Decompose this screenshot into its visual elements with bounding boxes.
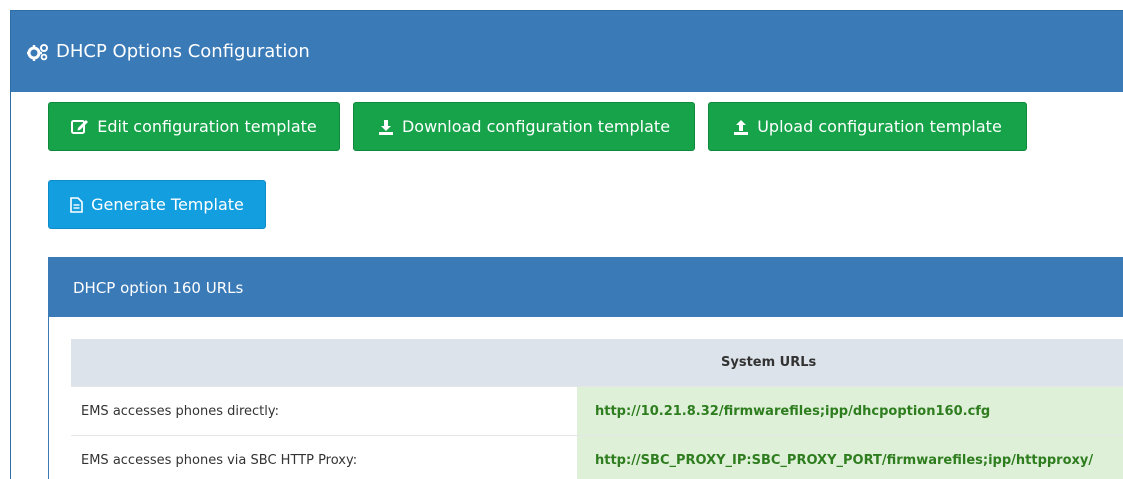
upload-template-label: Upload configuration template xyxy=(757,117,1002,136)
download-template-button[interactable]: Download configuration template xyxy=(353,102,695,151)
dhcp-option-160-header: DHCP option 160 URLs xyxy=(49,258,1123,317)
table-row: EMS accesses phones via SBC HTTP Proxy: … xyxy=(71,435,1123,479)
table-row: EMS accesses phones directly: http://10.… xyxy=(71,386,1123,436)
file-icon xyxy=(70,196,83,213)
panel-header: DHCP Options Configuration xyxy=(11,11,1123,92)
download-template-label: Download configuration template xyxy=(401,117,671,136)
upload-icon xyxy=(733,119,749,135)
download-icon xyxy=(378,119,394,135)
dhcp-options-panel: DHCP Options Configuration Edit configur… xyxy=(10,10,1123,479)
system-urls-table: System URLs EMS accesses phones directly… xyxy=(71,339,1123,479)
edit-icon xyxy=(71,118,89,135)
row-url: http://10.21.8.32/firmwarefiles;ipp/dhcp… xyxy=(577,386,1123,436)
page-title: DHCP Options Configuration xyxy=(56,41,310,62)
row-label: EMS accesses phones via SBC HTTP Proxy: xyxy=(71,435,577,479)
dhcp-option-160-panel: DHCP option 160 URLs System URLs EMS acc… xyxy=(48,257,1123,479)
generate-template-label: Generate Template xyxy=(91,195,244,214)
table-header-row: System URLs xyxy=(71,339,1123,387)
upload-template-button[interactable]: Upload configuration template xyxy=(708,102,1027,151)
system-urls-column-header: System URLs xyxy=(71,339,1123,387)
row-url: http://SBC_PROXY_IP:SBC_PROXY_PORT/firmw… xyxy=(577,435,1123,479)
edit-template-label: Edit configuration template xyxy=(97,117,317,136)
gears-icon xyxy=(27,43,49,61)
generate-template-button[interactable]: Generate Template xyxy=(48,180,266,229)
dhcp-option-160-title: DHCP option 160 URLs xyxy=(73,278,244,297)
row-label: EMS accesses phones directly: xyxy=(71,386,577,436)
edit-template-button[interactable]: Edit configuration template xyxy=(48,102,340,151)
